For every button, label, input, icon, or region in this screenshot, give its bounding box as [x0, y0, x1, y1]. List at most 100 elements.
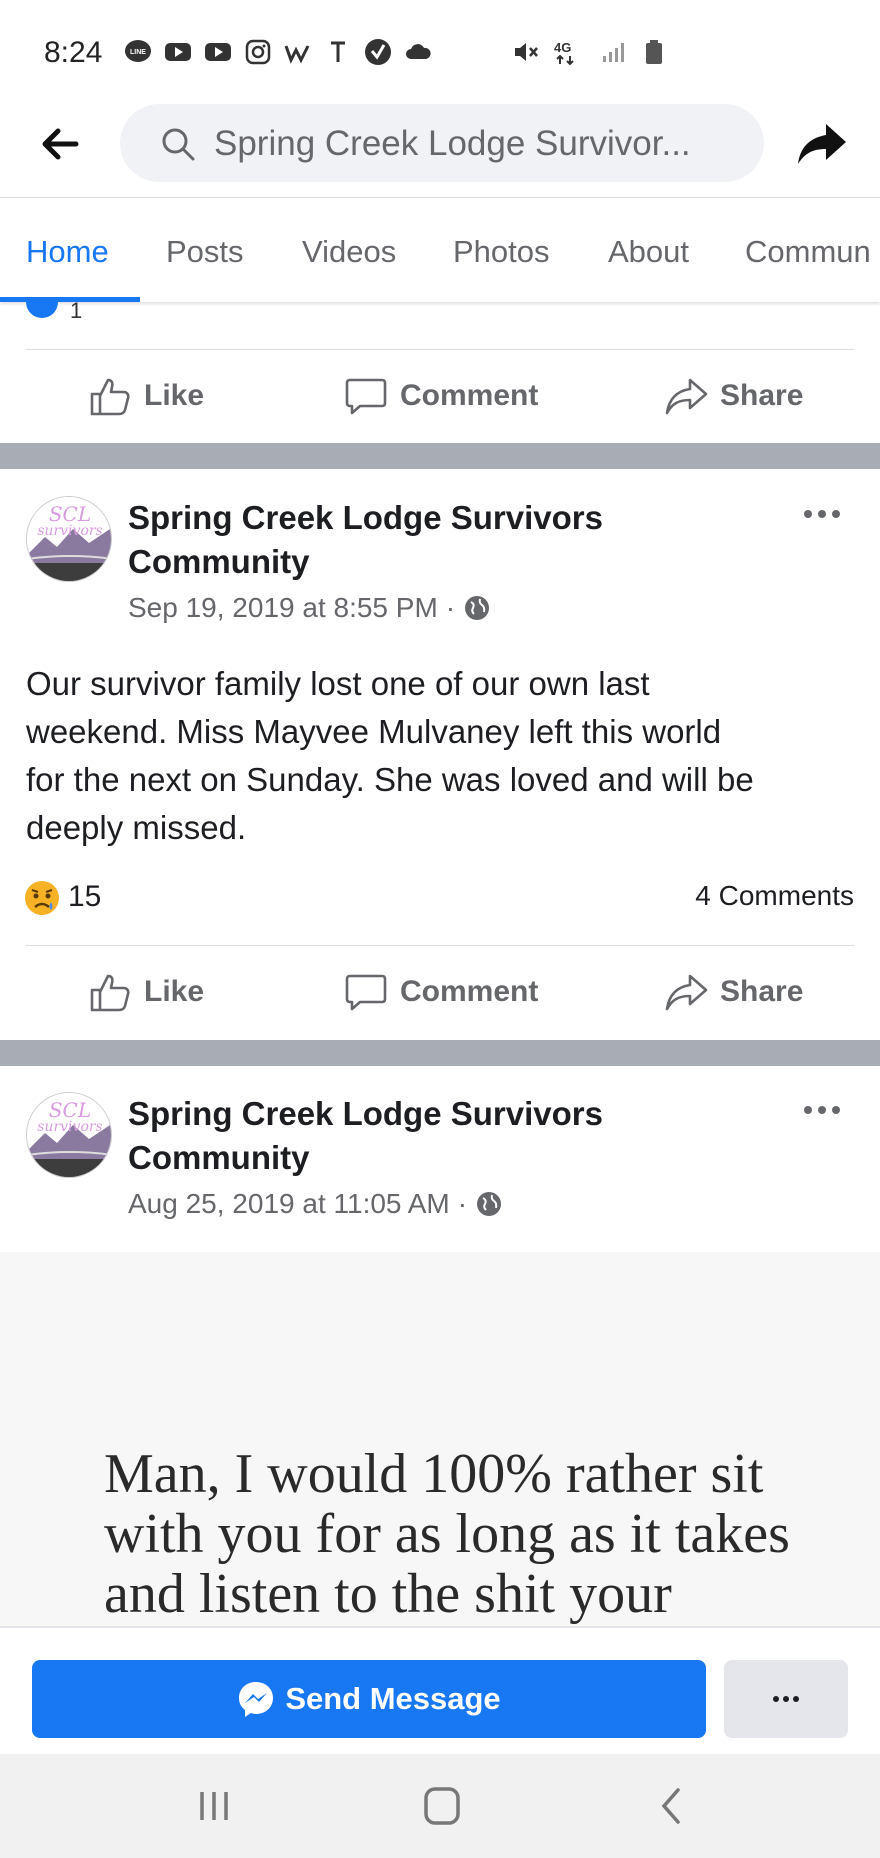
back-button[interactable]: [38, 122, 82, 166]
svg-text:4G: 4G: [554, 40, 571, 55]
w-icon: [284, 38, 312, 66]
like-label: Like: [144, 975, 205, 1008]
meta-separator: ·: [457, 1188, 468, 1219]
youtube-icon: [204, 38, 232, 66]
sad-emoji-icon: [25, 881, 59, 915]
post-text-line: Our survivor family lost one of our own …: [26, 665, 650, 702]
thumbs-up-icon: [90, 974, 130, 1012]
line-icon: LINE: [124, 38, 152, 66]
image-quote-line: with you for as long as it takes: [104, 1503, 790, 1565]
comment-button[interactable]: Comment: [344, 968, 538, 1016]
page-tabs: Home Posts Videos Photos About Commun: [0, 200, 880, 302]
cloud-icon: [404, 38, 432, 66]
post-text-line: deeply missed.: [26, 809, 247, 846]
scl-logo-icon: SCL survivors: [27, 497, 111, 581]
mute-icon: [512, 38, 540, 66]
status-system-icons: 4G: [512, 38, 668, 66]
share-label: Share: [720, 379, 804, 412]
reaction-summary[interactable]: 15 4 Comments: [0, 872, 880, 922]
comments-count[interactable]: 4 Comments: [695, 880, 854, 912]
page-avatar[interactable]: SCL survivors: [26, 496, 112, 582]
network-icon: 4G: [552, 38, 588, 66]
t-icon: [324, 38, 352, 66]
post-author[interactable]: Spring Creek Lodge Survivors Community: [128, 496, 768, 584]
post-text-line: weekend. Miss Mayvee Mulvaney left this …: [26, 713, 722, 750]
share-page-button[interactable]: [796, 118, 848, 170]
tab-photos[interactable]: Photos: [453, 234, 550, 270]
reaction-count: 15: [68, 880, 102, 913]
more-dots-icon: [773, 1696, 799, 1702]
post-timestamp[interactable]: Sep 19, 2019 at 8:55 PM: [128, 592, 438, 624]
nav-back-button[interactable]: [648, 1784, 696, 1828]
signal-icon: [600, 38, 628, 66]
home-nav-icon: [424, 1787, 460, 1825]
like-reaction-icon: [26, 300, 58, 318]
search-input[interactable]: Spring Creek Lodge Survivor...: [120, 104, 764, 182]
status-time: 8:24: [44, 36, 103, 69]
more-dots-icon: [804, 1106, 840, 1114]
post-more-button[interactable]: [800, 1100, 844, 1120]
like-button[interactable]: Like: [88, 372, 204, 420]
home-button[interactable]: [418, 1784, 466, 1828]
image-quote-line: Man, I would 100% rather sit: [104, 1443, 764, 1505]
youtube-icon: [164, 38, 192, 66]
tab-videos[interactable]: Videos: [302, 234, 396, 270]
post-text: Our survivor family lost one of our own …: [26, 660, 856, 852]
tab-community[interactable]: Commun: [745, 234, 871, 270]
post-meta: Sep 19, 2019 at 8:55 PM ·: [128, 592, 491, 624]
share-arrow-icon: [665, 378, 708, 415]
comment-bubble-icon: [345, 378, 387, 415]
chevron-left-icon: [661, 1788, 680, 1824]
meta-separator: ·: [445, 592, 456, 623]
post-timestamp[interactable]: Aug 25, 2019 at 11:05 AM: [128, 1188, 450, 1220]
battery-icon: [640, 38, 668, 66]
share-arrow-icon: [798, 124, 846, 164]
comment-bubble-icon: [345, 974, 387, 1011]
tab-home[interactable]: Home: [26, 234, 109, 270]
post-text-line: for the next on Sunday. She was loved an…: [26, 761, 754, 798]
comment-button[interactable]: Comment: [344, 372, 538, 420]
instagram-icon: [244, 38, 272, 66]
page-avatar[interactable]: SCL survivors: [26, 1092, 112, 1178]
message-bar: Send Message: [0, 1626, 880, 1754]
status-notification-icons: LINE: [124, 38, 432, 66]
search-icon: [162, 128, 195, 161]
comment-label: Comment: [400, 975, 539, 1008]
share-button[interactable]: Share: [664, 372, 803, 420]
author-line: Spring Creek Lodge Survivors: [128, 499, 603, 536]
more-dots-icon: [804, 510, 840, 518]
tab-posts[interactable]: Posts: [166, 234, 244, 270]
author-line: Community: [128, 543, 310, 580]
author-line: Spring Creek Lodge Survivors: [128, 1095, 603, 1132]
like-label: Like: [144, 379, 205, 412]
globe-icon: [465, 596, 490, 620]
status-bar: 8:24 LINE 4G: [0, 0, 880, 100]
recent-apps-icon: [200, 1792, 228, 1820]
share-label: Share: [720, 975, 804, 1008]
comment-label: Comment: [400, 379, 539, 412]
send-message-button[interactable]: Send Message: [32, 1660, 706, 1738]
share-arrow-icon: [665, 974, 708, 1011]
like-button[interactable]: Like: [88, 968, 204, 1016]
search-header: Spring Creek Lodge Survivor...: [0, 100, 880, 198]
more-options-button[interactable]: [724, 1660, 848, 1738]
send-message-label: Send Message: [285, 1681, 501, 1716]
post-image[interactable]: Man, I would 100% rather sit with you fo…: [0, 1252, 880, 1630]
search-text: Spring Creek Lodge Survivor...: [214, 124, 691, 163]
svg-text:LINE: LINE: [130, 49, 146, 56]
post-author[interactable]: Spring Creek Lodge Survivors Community: [128, 1092, 768, 1180]
post-meta: Aug 25, 2019 at 11:05 AM ·: [128, 1188, 503, 1220]
post-more-button[interactable]: [800, 504, 844, 524]
tab-about[interactable]: About: [608, 234, 689, 270]
messenger-icon: [239, 1682, 274, 1717]
post-separator: [0, 443, 880, 469]
svg-text:survivors: survivors: [37, 1119, 103, 1135]
scl-logo-icon: SCL survivors: [27, 1093, 111, 1177]
post-separator: [0, 1040, 880, 1066]
reaction-count: 1: [70, 298, 83, 323]
share-button[interactable]: Share: [664, 968, 803, 1016]
image-quote-line: and listen to the shit your: [104, 1563, 672, 1625]
author-line: Community: [128, 1139, 310, 1176]
recent-apps-button[interactable]: [190, 1784, 238, 1828]
svg-text:survivors: survivors: [37, 523, 103, 539]
